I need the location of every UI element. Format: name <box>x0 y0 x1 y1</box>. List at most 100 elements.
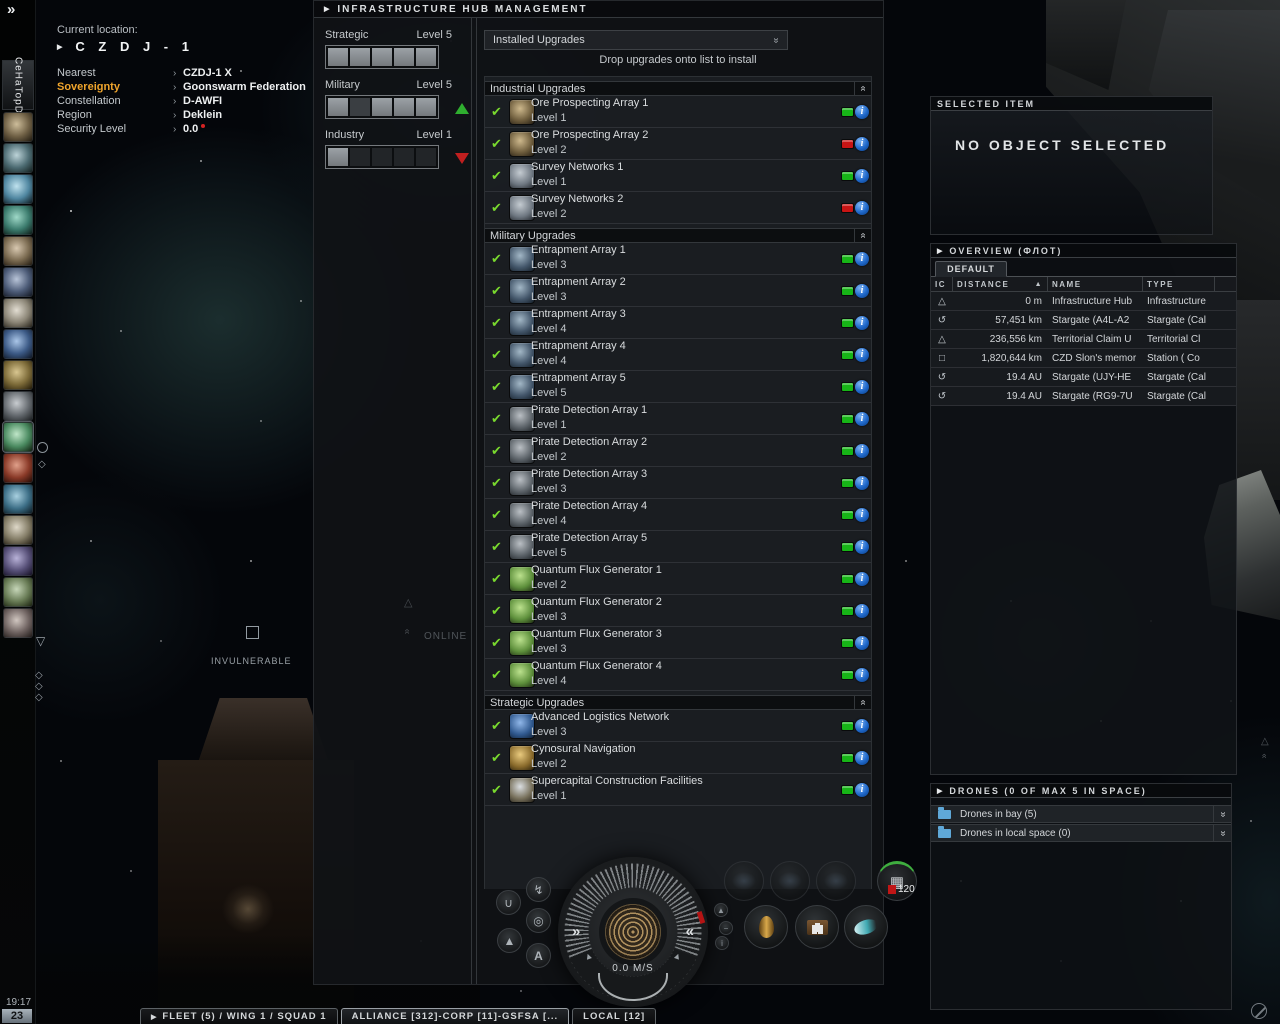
info-button[interactable]: i <box>855 444 869 458</box>
upgrade-row[interactable]: ✔ Entrapment Array 1 Level 3 i <box>485 243 871 275</box>
upgrade-row[interactable]: ✔ Quantum Flux Generator 2 Level 3 i <box>485 595 871 627</box>
tab-local[interactable]: ▶ LOCAL [12] <box>572 1008 657 1024</box>
upgrade-row[interactable]: ✔ Quantum Flux Generator 4 Level 4 i <box>485 659 871 691</box>
current-system[interactable]: ▶ C Z D J - 1 <box>57 39 317 54</box>
online-status-led[interactable] <box>841 670 854 680</box>
browser-icon[interactable] <box>3 484 33 514</box>
location-row[interactable]: Region › Deklein <box>57 108 317 122</box>
overview-row[interactable]: ↺ 19.4 AU Stargate (RG9-7U Stargate (Cal <box>931 387 1236 406</box>
hud-info-button[interactable]: i <box>715 936 729 950</box>
info-button[interactable]: i <box>855 380 869 394</box>
location-row[interactable]: Constellation › D-AWFI <box>57 94 317 108</box>
upgrade-row[interactable]: ✔ Cynosural Navigation Level 2 i <box>485 742 871 774</box>
location-row[interactable]: Nearest › CZDJ-1 X <box>57 66 317 80</box>
online-status-led[interactable] <box>841 785 854 795</box>
local-count-box[interactable]: 23 <box>2 1009 32 1023</box>
repair-module-button[interactable] <box>795 905 839 949</box>
upgrade-row[interactable]: ✔ Pirate Detection Array 4 Level 4 i <box>485 499 871 531</box>
online-status-led[interactable] <box>841 574 854 584</box>
drone-group-row[interactable]: Drones in bay (5) » <box>931 805 1231 823</box>
edge-marker-triangle[interactable]: ▽ <box>36 634 45 648</box>
info-button[interactable]: i <box>855 719 869 733</box>
column-ic[interactable]: IC <box>931 277 953 291</box>
module-slot-empty-2[interactable] <box>770 861 810 901</box>
journal-icon[interactable] <box>3 267 33 297</box>
throttle-stop-button[interactable]: « <box>686 923 694 940</box>
people-and-places-icon[interactable] <box>3 143 33 173</box>
object-bracket[interactable] <box>246 626 259 639</box>
upgrade-row[interactable]: ✔ Entrapment Array 2 Level 3 i <box>485 275 871 307</box>
info-button[interactable]: i <box>855 668 869 682</box>
module-slot-empty-1[interactable] <box>724 861 764 901</box>
online-status-led[interactable] <box>841 606 854 616</box>
tab-fleet[interactable]: ▶ FLEET (5) / WING 1 / SQUAD 1 <box>140 1008 338 1024</box>
contracts-icon[interactable] <box>3 298 33 328</box>
collapse-section-button[interactable]: » <box>854 228 871 243</box>
upgrade-row[interactable]: ✔ Entrapment Array 5 Level 5 i <box>485 371 871 403</box>
expand-group-button[interactable]: » <box>1213 806 1231 822</box>
info-button[interactable]: i <box>855 508 869 522</box>
collapse-section-button[interactable]: » <box>854 81 871 96</box>
info-button[interactable]: i <box>855 105 869 119</box>
upgrade-row[interactable]: ✔ Survey Networks 2 Level 2 i <box>485 192 871 224</box>
scanner-button[interactable]: ◎ <box>526 908 551 933</box>
upgrade-row[interactable]: ✔ Pirate Detection Array 2 Level 2 i <box>485 435 871 467</box>
info-button[interactable]: i <box>855 572 869 586</box>
location-row[interactable]: Security Level › 0.0 <box>57 122 317 136</box>
pilot-marker-button[interactable]: ▲ <box>714 903 728 917</box>
upgrade-row[interactable]: ✔ Supercapital Construction Facilities L… <box>485 774 871 806</box>
upgrade-section-header[interactable]: Strategic Upgrades » <box>485 695 871 710</box>
online-status-led[interactable] <box>841 510 854 520</box>
info-button[interactable]: i <box>855 540 869 554</box>
online-status-led[interactable] <box>841 753 854 763</box>
online-status-led[interactable] <box>841 107 854 117</box>
info-button[interactable]: i <box>855 476 869 490</box>
info-button[interactable]: i <box>855 751 869 765</box>
info-button[interactable]: i <box>855 348 869 362</box>
upgrade-row[interactable]: ✔ Quantum Flux Generator 3 Level 3 i <box>485 627 871 659</box>
level-change-arrow[interactable] <box>455 103 469 114</box>
overview-row[interactable]: △ 0 m Infrastructure Hub Infrastructure <box>931 292 1236 311</box>
info-button[interactable]: i <box>855 412 869 426</box>
throttle-max-button[interactable]: » <box>572 923 580 940</box>
notepad-icon[interactable] <box>3 515 33 545</box>
assets-icon[interactable] <box>3 391 33 421</box>
online-status-led[interactable] <box>841 478 854 488</box>
level-change-arrow[interactable] <box>455 153 469 164</box>
online-status-led[interactable] <box>841 286 854 296</box>
overview-row[interactable]: △ 236,556 km Territorial Claim U Territo… <box>931 330 1236 349</box>
column-type[interactable]: TYPE <box>1143 277 1215 291</box>
column-name[interactable]: NAME <box>1048 277 1143 291</box>
fleet-icon[interactable] <box>3 453 33 483</box>
medals-icon[interactable] <box>3 360 33 390</box>
edge-marker-stack[interactable]: ◇ ◇ ◇ <box>35 670 43 703</box>
autopilot-button[interactable]: ▲ <box>497 928 522 953</box>
shield-module-button[interactable] <box>744 905 788 949</box>
online-status-led[interactable] <box>841 350 854 360</box>
module-slot-empty-3[interactable] <box>816 861 856 901</box>
upgrade-row[interactable]: ✔ Ore Prospecting Array 1 Level 1 i <box>485 96 871 128</box>
info-button[interactable]: i <box>855 636 869 650</box>
jukebox-icon[interactable] <box>3 546 33 576</box>
online-status-led[interactable] <box>841 414 854 424</box>
upgrade-row[interactable]: ✔ Pirate Detection Array 5 Level 5 i <box>485 531 871 563</box>
info-button[interactable]: i <box>855 604 869 618</box>
collapse-section-button[interactable]: » <box>854 695 871 710</box>
online-status-led[interactable] <box>841 318 854 328</box>
channels-icon[interactable] <box>3 205 33 235</box>
online-status-led[interactable] <box>841 721 854 731</box>
drone-group-row[interactable]: Drones in local space (0) » <box>931 824 1231 842</box>
info-button[interactable]: i <box>855 284 869 298</box>
camera-button[interactable]: ↯ <box>526 877 551 902</box>
info-button[interactable]: i <box>855 252 869 266</box>
online-status-led[interactable] <box>841 382 854 392</box>
character-sheet-icon[interactable] <box>3 112 33 142</box>
evemail-icon[interactable] <box>3 174 33 204</box>
upgrade-row[interactable]: ✔ Survey Networks 1 Level 1 i <box>485 160 871 192</box>
connection-status-icon[interactable] <box>1251 1003 1267 1019</box>
upgrade-row[interactable]: ✔ Advanced Logistics Network Level 3 i <box>485 710 871 742</box>
expand-group-button[interactable]: » <box>1213 825 1231 841</box>
propulsion-module-button[interactable] <box>844 905 888 949</box>
character-nameplate[interactable]: CeHaTopD <box>2 57 34 113</box>
window-titlebar[interactable]: ▶ INFRASTRUCTURE HUB MANAGEMENT <box>314 1 883 18</box>
